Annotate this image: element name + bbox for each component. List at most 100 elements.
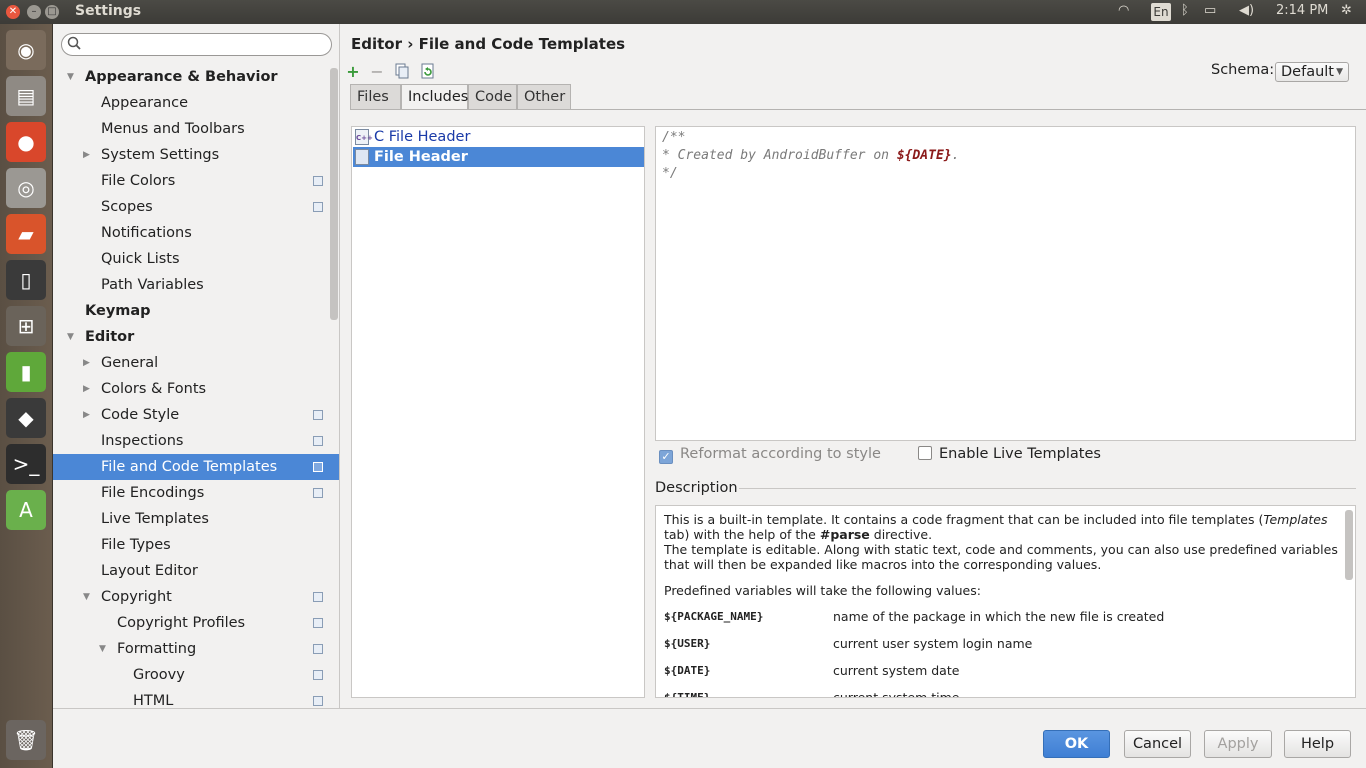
trash-icon[interactable]: 🗑 bbox=[6, 720, 46, 760]
search-input[interactable] bbox=[61, 33, 332, 56]
project-settings-icon bbox=[313, 488, 323, 498]
sidebar-item-label: Inspections bbox=[101, 433, 184, 449]
date-variable: ${DATE} bbox=[896, 148, 952, 163]
workspace-icon[interactable]: ⊞ bbox=[6, 306, 46, 346]
project-settings-icon bbox=[313, 592, 323, 602]
chevron-right-icon[interactable]: ▶ bbox=[83, 142, 90, 168]
sidebar-item-html[interactable]: HTML bbox=[53, 688, 339, 708]
main-panel: Editor › File and Code Templates + − Sch… bbox=[341, 24, 1366, 708]
chrome-icon[interactable]: ● bbox=[6, 122, 46, 162]
maximize-window-button[interactable]: □ bbox=[45, 5, 59, 19]
template-editor[interactable]: /** * Created by AndroidBuffer on ${DATE… bbox=[655, 126, 1356, 441]
sidebar-item-file-and-code-templates[interactable]: File and Code Templates bbox=[53, 454, 339, 480]
sidebar-item-quick-lists[interactable]: Quick Lists bbox=[53, 246, 339, 272]
launcher: ◉ ▤ ● ◎ ▰ ▯ ⊞ ▮ ◆ >_ A 🗑 bbox=[0, 24, 53, 768]
sidebar-item-editor[interactable]: ▼ Editor bbox=[53, 324, 339, 350]
sidebar-item-label: Keymap bbox=[85, 303, 151, 319]
list-item-file-header[interactable]: File Header bbox=[353, 147, 644, 167]
phone-icon[interactable]: ▯ bbox=[6, 260, 46, 300]
help-button[interactable]: Help bbox=[1284, 730, 1351, 758]
cancel-button[interactable]: Cancel bbox=[1124, 730, 1191, 758]
bluetooth-icon[interactable]: ᛒ bbox=[1181, 3, 1189, 18]
sidebar-item-formatting[interactable]: ▼ Formatting bbox=[53, 636, 339, 662]
copy-icon[interactable] bbox=[393, 63, 411, 81]
sidebar-item-colors-fonts[interactable]: ▶ Colors & Fonts bbox=[53, 376, 339, 402]
sidebar-item-notifications[interactable]: Notifications bbox=[53, 220, 339, 246]
sidebar-item-label: Formatting bbox=[117, 641, 197, 657]
chevron-right-icon[interactable]: ▶ bbox=[83, 376, 90, 402]
sidebar-item-appearance[interactable]: Appearance bbox=[53, 90, 339, 116]
sidebar-item-keymap[interactable]: Keymap bbox=[53, 298, 339, 324]
live-templates-label: Enable Live Templates bbox=[939, 446, 1101, 462]
files-icon[interactable]: ▤ bbox=[6, 76, 46, 116]
sidebar-item-inspections[interactable]: Inspections bbox=[53, 428, 339, 454]
battery-icon[interactable]: ▭ bbox=[1204, 3, 1216, 18]
minimize-window-button[interactable]: – bbox=[27, 5, 41, 19]
description-text: Predefined variables will take the follo… bbox=[664, 583, 981, 598]
ok-button[interactable]: OK bbox=[1043, 730, 1110, 758]
settings-sidebar: ▼ Appearance & Behavior Appearance Menus an… bbox=[53, 24, 340, 708]
gear-icon[interactable]: ✲ bbox=[1341, 3, 1352, 18]
inkscape-icon[interactable]: ◆ bbox=[6, 398, 46, 438]
description-heading: Description bbox=[655, 480, 738, 496]
sidebar-item-live-templates[interactable]: Live Templates bbox=[53, 506, 339, 532]
keyboard-layout-indicator[interactable]: En bbox=[1151, 3, 1171, 21]
folder-icon[interactable]: ▰ bbox=[6, 214, 46, 254]
chevron-right-icon[interactable]: ▶ bbox=[83, 402, 90, 428]
sidebar-item-code-style[interactable]: ▶ Code Style bbox=[53, 402, 339, 428]
sidebar-item-layout-editor[interactable]: Layout Editor bbox=[53, 558, 339, 584]
close-window-button[interactable]: ✕ bbox=[6, 5, 20, 19]
sidebar-item-file-types[interactable]: File Types bbox=[53, 532, 339, 558]
live-templates-checkbox[interactable]: Enable Live Templates bbox=[918, 446, 1101, 462]
schema-select[interactable]: Default ▼ bbox=[1275, 62, 1349, 82]
wifi-icon[interactable]: ◠ bbox=[1118, 3, 1129, 18]
sidebar-item-general[interactable]: ▶ General bbox=[53, 350, 339, 376]
chevron-down-icon[interactable]: ▼ bbox=[83, 584, 90, 610]
sidebar-item-label: HTML bbox=[133, 693, 174, 708]
sidebar-item-menus-and-toolbars[interactable]: Menus and Toolbars bbox=[53, 116, 339, 142]
tab-code[interactable]: Code bbox=[468, 84, 517, 110]
sidebar-item-copyright-profiles[interactable]: Copyright Profiles bbox=[53, 610, 339, 636]
sidebar-item-label: Colors & Fonts bbox=[101, 381, 207, 397]
chevron-down-icon[interactable]: ▼ bbox=[67, 64, 74, 90]
sidebar-item-system-settings[interactable]: ▶ System Settings bbox=[53, 142, 339, 168]
sidebar-item-file-encodings[interactable]: File Encodings bbox=[53, 480, 339, 506]
remove-icon[interactable]: − bbox=[368, 63, 386, 81]
schema-value: Default bbox=[1281, 64, 1334, 80]
android-studio-icon[interactable]: A bbox=[6, 490, 46, 530]
dash-icon[interactable]: ◉ bbox=[6, 30, 46, 70]
description-scrollbar[interactable] bbox=[1345, 510, 1353, 580]
volume-icon[interactable]: ◀) bbox=[1239, 3, 1254, 18]
project-settings-icon bbox=[313, 202, 323, 212]
apply-button[interactable]: Apply bbox=[1204, 730, 1272, 758]
window-title: Settings bbox=[75, 3, 142, 19]
sidebar-item-path-variables[interactable]: Path Variables bbox=[53, 272, 339, 298]
tab-other[interactable]: Other bbox=[517, 84, 571, 110]
sidebar-item-groovy[interactable]: Groovy bbox=[53, 662, 339, 688]
sidebar-scrollbar[interactable] bbox=[330, 68, 338, 320]
tab-includes[interactable]: Includes bbox=[401, 84, 468, 110]
tab-files[interactable]: Files bbox=[350, 84, 401, 110]
sidebar-item-file-colors[interactable]: File Colors bbox=[53, 168, 339, 194]
chevron-down-icon[interactable]: ▼ bbox=[99, 636, 106, 662]
sidebar-item-label: File Encodings bbox=[101, 485, 205, 501]
terminal-icon[interactable]: >_ bbox=[6, 444, 46, 484]
sidebar-item-label: File and Code Templates bbox=[101, 459, 278, 475]
reformat-checkbox[interactable]: ✓ Reformat according to style bbox=[659, 446, 881, 464]
clock[interactable]: 2:14 PM bbox=[1276, 3, 1328, 18]
sidebar-item-copyright[interactable]: ▼ Copyright bbox=[53, 584, 339, 610]
reset-icon[interactable] bbox=[419, 63, 437, 81]
sidebar-item-appearance-behavior[interactable]: ▼ Appearance & Behavior bbox=[53, 64, 339, 90]
chevron-right-icon[interactable]: ▶ bbox=[83, 350, 90, 376]
list-item-c-file-header[interactable]: C++ C File Header bbox=[353, 127, 644, 147]
app-icon[interactable]: ▮ bbox=[6, 352, 46, 392]
sidebar-item-label: Quick Lists bbox=[101, 251, 180, 267]
sidebar-item-label: Path Variables bbox=[101, 277, 204, 293]
sidebar-item-scopes[interactable]: Scopes bbox=[53, 194, 339, 220]
chevron-down-icon[interactable]: ▼ bbox=[67, 324, 74, 350]
sidebar-item-label: Groovy bbox=[133, 667, 185, 683]
camera-icon[interactable]: ◎ bbox=[6, 168, 46, 208]
project-settings-icon bbox=[313, 410, 323, 420]
add-icon[interactable]: + bbox=[344, 63, 362, 81]
sidebar-item-label: Layout Editor bbox=[101, 563, 198, 579]
